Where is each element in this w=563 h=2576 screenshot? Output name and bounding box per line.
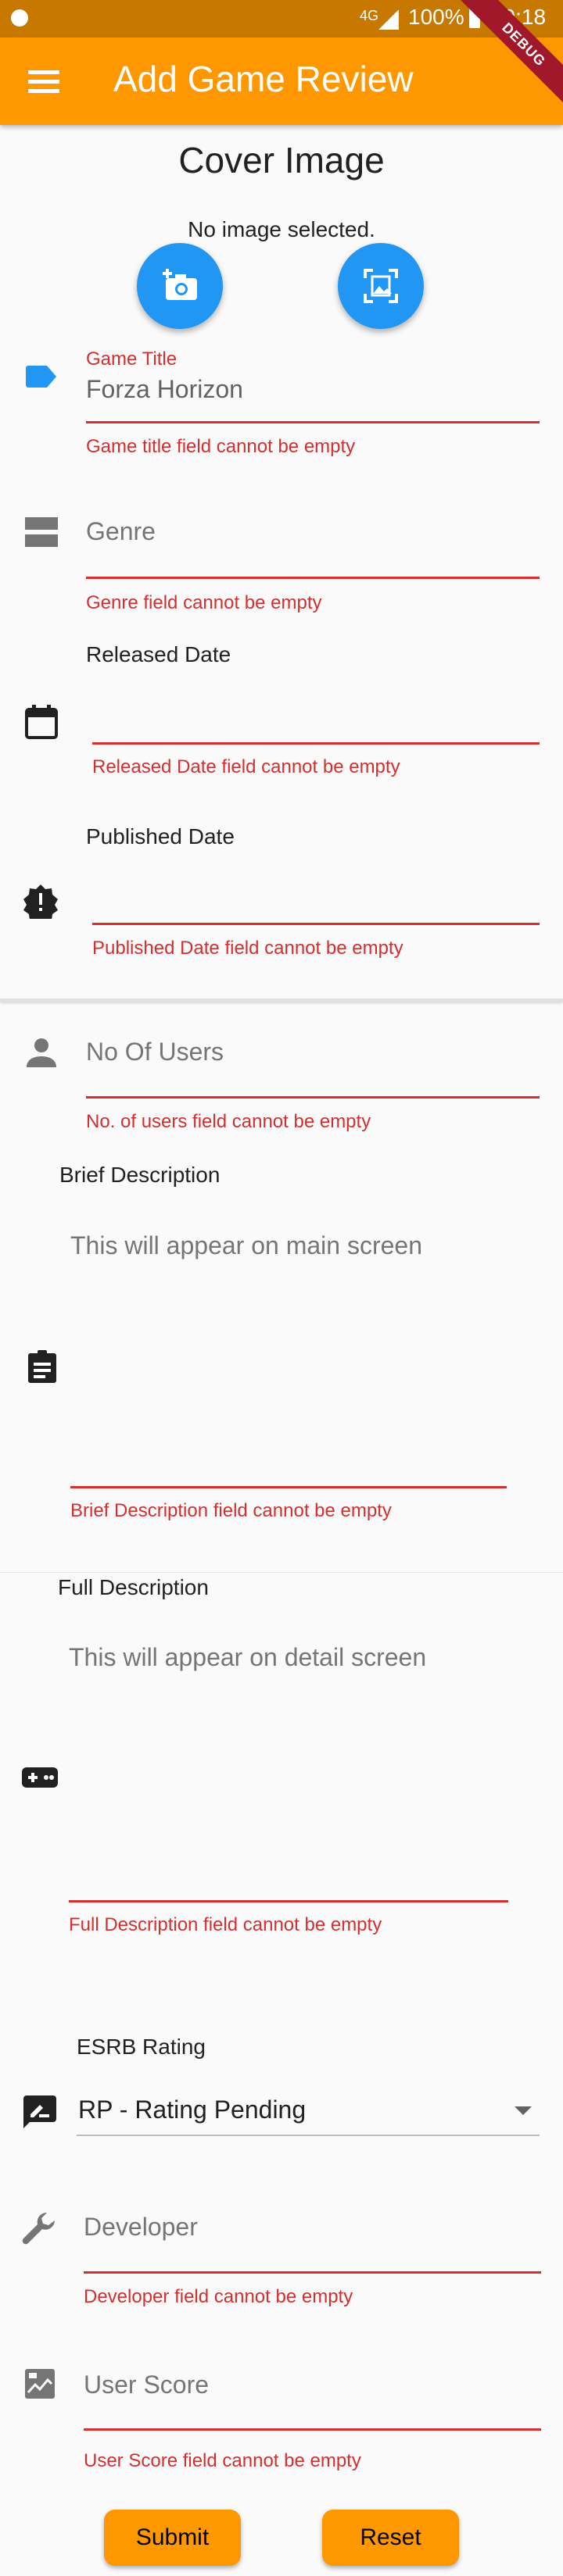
debug-badge: DEBUG: [459, 0, 563, 109]
full-description-input[interactable]: This will appear on detail screen: [69, 1643, 507, 1672]
app-notification-icon: [11, 9, 28, 27]
page-title: Add Game Review: [113, 59, 414, 99]
full-description-label: Full Description: [58, 1575, 209, 1599]
developer-error: Developer field cannot be empty: [84, 2286, 353, 2307]
signal-label: 4G: [360, 8, 379, 23]
no-of-users-input[interactable]: No Of Users: [86, 1038, 540, 1066]
genre-input[interactable]: Genre: [86, 517, 540, 546]
cover-image-status: No image selected.: [188, 217, 375, 241]
chevron-down-icon: [515, 2106, 532, 2115]
brief-description-label: Brief Description: [59, 1163, 221, 1187]
genre-underline: [86, 577, 540, 579]
full-description-error: Full Description field cannot be empty: [69, 1914, 382, 1935]
submit-button[interactable]: Submit: [104, 2510, 241, 2566]
game-title-input[interactable]: Forza Horizon: [86, 375, 540, 404]
debug-ribbon-container: DEBUG: [446, 0, 563, 117]
wrench-build-icon: [22, 2212, 55, 2245]
developer-underline: [84, 2271, 541, 2274]
brief-description-underline: [70, 1486, 507, 1488]
released-date-input[interactable]: [92, 695, 540, 742]
image-frame-icon: [364, 269, 398, 303]
developer-input[interactable]: Developer: [84, 2213, 541, 2242]
brief-description-error: Brief Description field cannot be empty: [70, 1500, 392, 1521]
gamepad-icon: [22, 1767, 58, 1788]
game-title-label: Game Title: [86, 348, 178, 370]
view-stream-icon: [25, 517, 58, 547]
person-icon: [27, 1038, 56, 1067]
game-title-underline: [86, 421, 540, 423]
released-date-error: Released Date field cannot be empty: [92, 756, 400, 777]
new-releases-badge-icon: [23, 884, 58, 919]
genre-error: Genre field cannot be empty: [86, 592, 322, 613]
game-title-error: Game title field cannot be empty: [86, 436, 356, 457]
esrb-underline: [77, 2135, 540, 2136]
published-date-error: Published Date field cannot be empty: [92, 938, 403, 959]
menu-icon[interactable]: [28, 70, 59, 94]
camera-button[interactable]: [137, 243, 223, 329]
no-of-users-error: No. of users field cannot be empty: [86, 1111, 371, 1132]
add-photo-camera-icon: [163, 269, 197, 300]
user-score-input[interactable]: User Score: [84, 2371, 541, 2399]
esrb-selected-value: RP - Rating Pending: [78, 2095, 307, 2124]
label-tag-icon: [26, 366, 56, 388]
released-date-label: Released Date: [86, 642, 231, 666]
no-of-users-underline: [86, 1096, 540, 1099]
calendar-icon: [25, 705, 58, 739]
assignment-clipboard-icon: [28, 1350, 56, 1383]
released-date-underline: [92, 742, 540, 745]
user-score-error: User Score field cannot be empty: [84, 2450, 361, 2471]
signal-icon: [378, 9, 399, 30]
reset-button[interactable]: Reset: [322, 2510, 459, 2566]
gallery-button[interactable]: [338, 243, 424, 329]
score-icon: [25, 2369, 55, 2399]
esrb-rating-dropdown[interactable]: RP - Rating Pending: [77, 2088, 540, 2136]
published-date-label: Published Date: [86, 824, 235, 849]
section-divider: [0, 999, 563, 1002]
section-divider-2: [0, 1572, 563, 1573]
cover-image-title: Cover Image: [178, 140, 385, 180]
full-description-underline: [69, 1900, 508, 1903]
esrb-rating-label: ESRB Rating: [77, 2035, 206, 2059]
user-score-underline: [84, 2428, 541, 2431]
brief-description-input[interactable]: This will appear on main screen: [70, 1231, 508, 1260]
published-date-input[interactable]: [92, 877, 540, 924]
rate-review-icon: [23, 2095, 56, 2128]
published-date-underline: [92, 923, 540, 925]
